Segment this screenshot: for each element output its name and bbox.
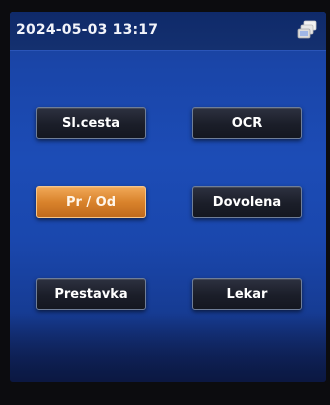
pr-od-label: Pr / Od bbox=[65, 194, 117, 210]
status-bar: 2024-05-03 13:17 bbox=[10, 12, 326, 51]
sl-cesta-label: Sl.cesta bbox=[61, 115, 120, 131]
terminal-screen: 2024-05-03 13:17 Sl.cesta OCR Pr / Od Do… bbox=[10, 12, 326, 382]
datetime-label: 2024-05-03 13:17 bbox=[16, 22, 159, 38]
dovolena-label: Dovolena bbox=[212, 194, 282, 210]
prestavka-label: Prestavka bbox=[54, 286, 128, 302]
terminal-device: 2024-05-03 13:17 Sl.cesta OCR Pr / Od Do… bbox=[0, 0, 330, 405]
sl-cesta-button[interactable]: Sl.cesta bbox=[36, 107, 146, 139]
dovolena-button[interactable]: Dovolena bbox=[192, 186, 302, 218]
ocr-label: OCR bbox=[231, 115, 263, 131]
lekar-button[interactable]: Lekar bbox=[192, 278, 302, 310]
screen-bottom-shade bbox=[10, 312, 326, 382]
network-icon bbox=[297, 20, 317, 39]
pr-od-button[interactable]: Pr / Od bbox=[36, 186, 146, 218]
lekar-label: Lekar bbox=[226, 286, 268, 302]
prestavka-button[interactable]: Prestavka bbox=[36, 278, 146, 310]
ocr-button[interactable]: OCR bbox=[192, 107, 302, 139]
